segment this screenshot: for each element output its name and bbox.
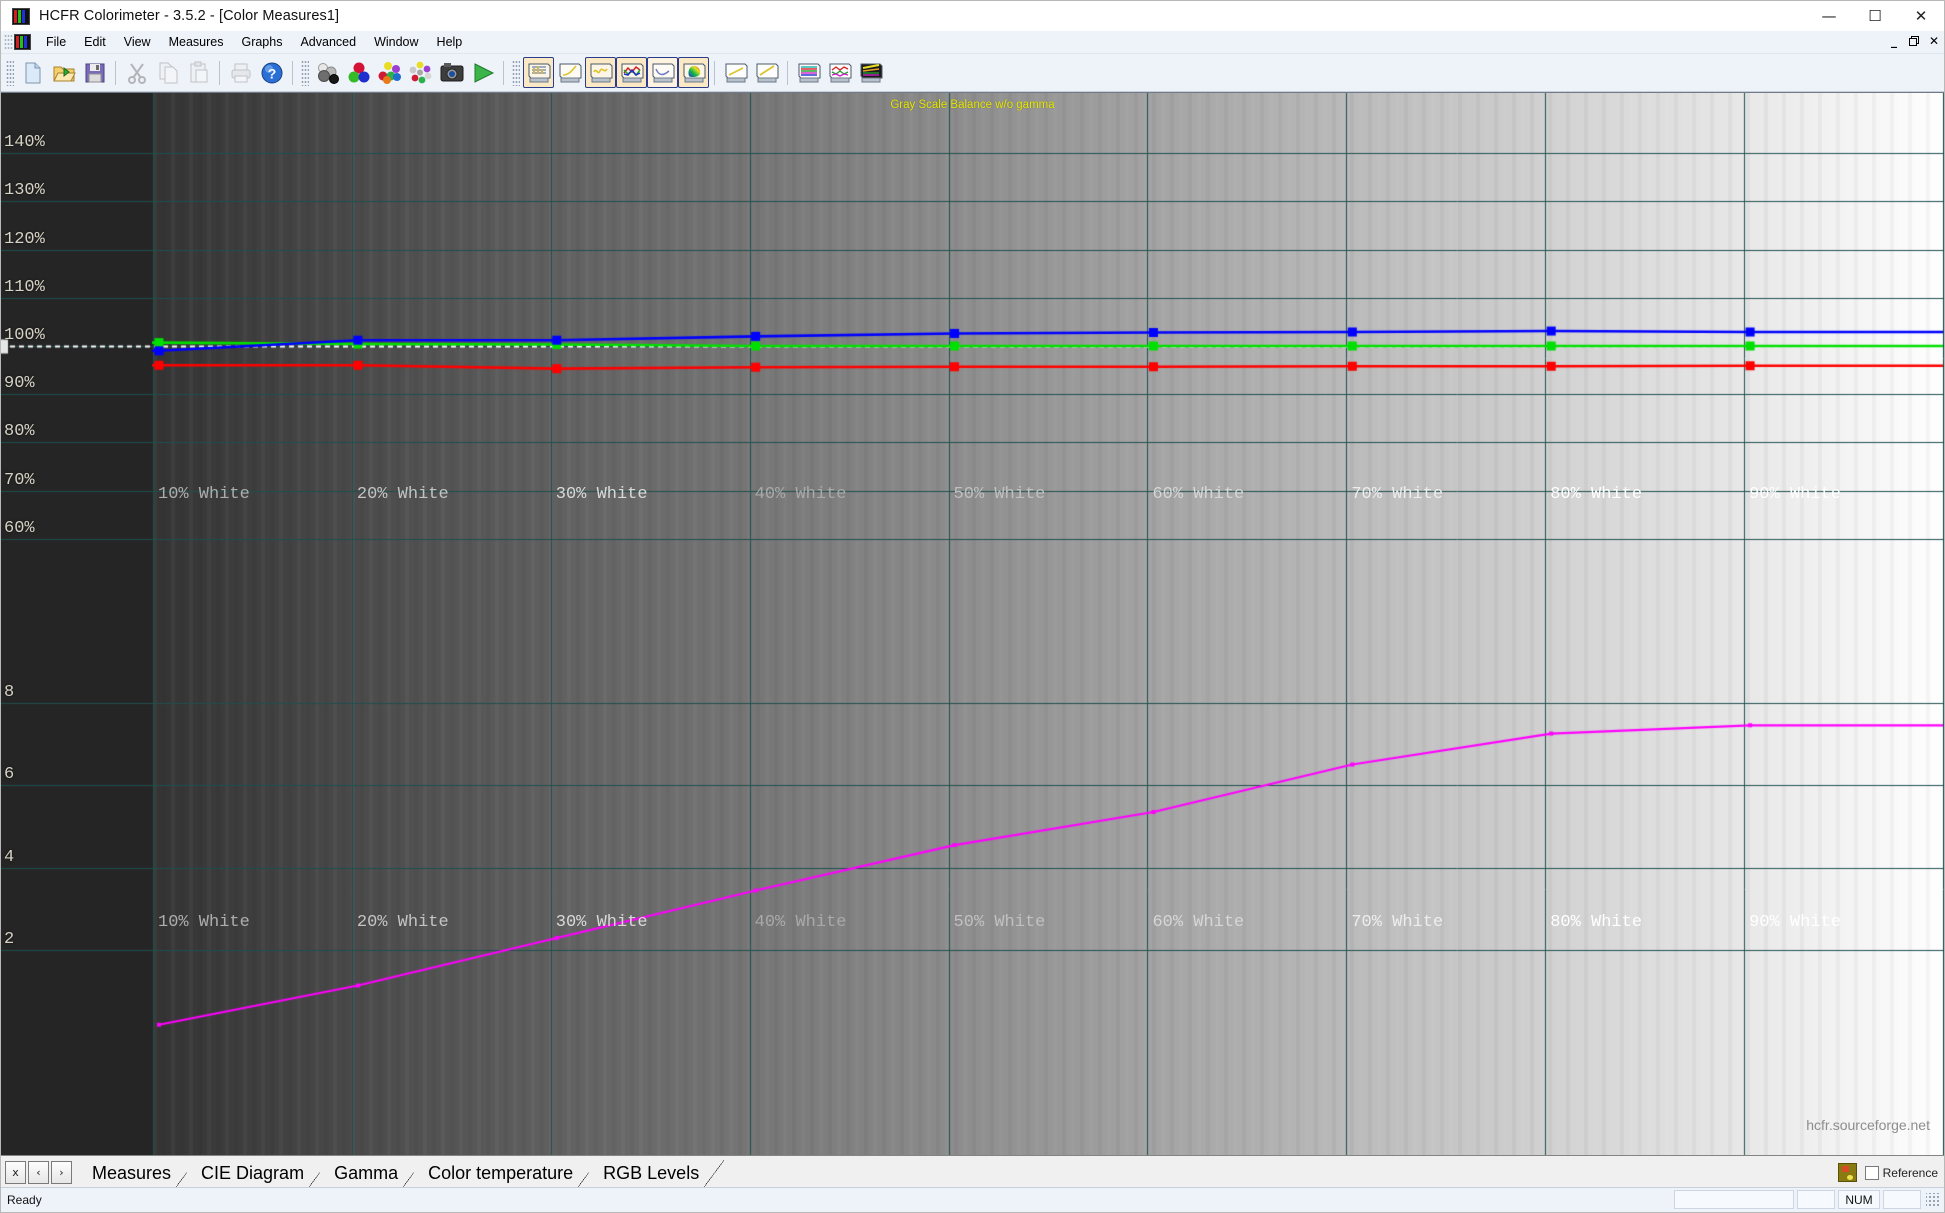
close-button[interactable]: ✕ bbox=[1898, 1, 1944, 31]
tab-strip: x ‹ › Measures CIE Diagram Gamma Color t… bbox=[1, 1155, 1944, 1187]
tab-prev-button[interactable]: ‹ bbox=[28, 1161, 49, 1184]
open-folder-icon[interactable] bbox=[48, 57, 79, 88]
camera-icon[interactable] bbox=[436, 57, 467, 88]
reference-label: Reference bbox=[1882, 1165, 1938, 1180]
graph-line-yellow-icon[interactable] bbox=[751, 57, 782, 88]
mdi-close-button[interactable]: ✕ bbox=[1927, 33, 1941, 49]
menu-item-file[interactable]: File bbox=[37, 33, 75, 51]
toolbar-separator bbox=[219, 60, 220, 85]
mdi-minimize-button[interactable]: _ bbox=[1887, 33, 1901, 49]
minimize-button[interactable]: — bbox=[1806, 1, 1852, 31]
paste-clipboard-icon[interactable] bbox=[183, 57, 214, 88]
rgb-levels-chart[interactable]: Gray Scale Balance w/o gamma hcfr.source… bbox=[1, 92, 1944, 1155]
mdi-document-icon[interactable] bbox=[14, 34, 31, 50]
print-icon[interactable] bbox=[225, 57, 256, 88]
tab-cie-diagram[interactable]: CIE Diagram bbox=[187, 1160, 330, 1187]
status-pane-4 bbox=[1883, 1190, 1921, 1209]
tab-gamma[interactable]: Gamma bbox=[320, 1160, 424, 1187]
menu-item-edit[interactable]: Edit bbox=[75, 33, 115, 51]
tab-list: Measures CIE Diagram Gamma Color tempera… bbox=[78, 1156, 725, 1187]
tab-close-button[interactable]: x bbox=[5, 1161, 26, 1184]
toolbar-separator bbox=[503, 60, 504, 85]
status-message: Ready bbox=[7, 1193, 42, 1207]
new-document-icon[interactable] bbox=[17, 57, 48, 88]
graph-rgb-levels-icon[interactable] bbox=[616, 57, 647, 88]
graph-cie-diagram-icon[interactable] bbox=[678, 57, 709, 88]
tab-measures[interactable]: Measures bbox=[78, 1160, 197, 1187]
status-panes: NUM bbox=[1674, 1190, 1940, 1209]
menu-item-help[interactable]: Help bbox=[428, 33, 472, 51]
graph-yellow-wave-icon[interactable] bbox=[585, 57, 616, 88]
menu-drag-grip[interactable] bbox=[4, 34, 13, 50]
status-bar: Ready NUM bbox=[1, 1187, 1944, 1212]
toolbar-group-grip[interactable] bbox=[301, 59, 309, 86]
tab-next-button[interactable]: › bbox=[51, 1161, 72, 1184]
tab-color-temperature[interactable]: Color temperature bbox=[414, 1160, 599, 1187]
graph-measures-icon[interactable] bbox=[523, 57, 554, 88]
reference-sensor-icon[interactable] bbox=[1837, 1163, 1857, 1182]
menu-bar: File Edit View Measures Graphs Advanced … bbox=[1, 31, 1944, 54]
toolbar-separator bbox=[787, 60, 788, 85]
svg-text:?: ? bbox=[267, 65, 276, 81]
reference-checkbox[interactable]: Reference bbox=[1864, 1165, 1938, 1180]
graph-rgb-wave-icon[interactable] bbox=[824, 57, 855, 88]
window-controls: — ☐ ✕ bbox=[1806, 1, 1944, 31]
tab-strip-right: Reference bbox=[1837, 1163, 1938, 1182]
graph-color-temp-icon[interactable] bbox=[647, 57, 678, 88]
grayscale-spheres-icon[interactable] bbox=[312, 57, 343, 88]
secondary-colors-icon[interactable] bbox=[374, 57, 405, 88]
toolbar-separator bbox=[115, 60, 116, 85]
title-bar: HCFR Colorimeter - 3.5.2 - [Color Measur… bbox=[1, 1, 1944, 31]
maximize-button[interactable]: ☐ bbox=[1852, 1, 1898, 31]
help-question-icon[interactable]: ? bbox=[256, 57, 287, 88]
tab-rgb-levels[interactable]: RGB Levels bbox=[589, 1160, 725, 1187]
graph-line-plain-icon[interactable] bbox=[720, 57, 751, 88]
status-pane-num: NUM bbox=[1838, 1190, 1880, 1209]
save-floppy-icon[interactable] bbox=[79, 57, 110, 88]
toolbar-separator bbox=[714, 60, 715, 85]
graph-gamma-curve-icon[interactable] bbox=[554, 57, 585, 88]
graph-multi-lines-icon[interactable] bbox=[793, 57, 824, 88]
color-ring-icon[interactable] bbox=[405, 57, 436, 88]
toolbar-separator bbox=[292, 60, 293, 85]
menu-item-measures[interactable]: Measures bbox=[160, 33, 233, 51]
graph-dark-bands-icon[interactable] bbox=[855, 57, 886, 88]
mdi-window-controls: _ ✕ bbox=[1887, 33, 1941, 49]
tab-nav-buttons: x ‹ › bbox=[5, 1160, 74, 1185]
menu-item-graphs[interactable]: Graphs bbox=[232, 33, 291, 51]
resize-grip[interactable] bbox=[1926, 1192, 1940, 1207]
status-pane-2 bbox=[1797, 1190, 1835, 1209]
app-logo-icon bbox=[12, 7, 30, 25]
run-play-icon[interactable] bbox=[467, 57, 498, 88]
status-pane-1 bbox=[1674, 1190, 1794, 1209]
window-title: HCFR Colorimeter - 3.5.2 - [Color Measur… bbox=[39, 8, 340, 24]
menu-item-advanced[interactable]: Advanced bbox=[291, 33, 365, 51]
mdi-restore-button[interactable] bbox=[1907, 33, 1921, 49]
chart-canvas[interactable] bbox=[1, 93, 1944, 1155]
cut-scissors-icon[interactable] bbox=[121, 57, 152, 88]
primary-colors-icon[interactable] bbox=[343, 57, 374, 88]
menu-item-view[interactable]: View bbox=[115, 33, 160, 51]
main-toolbar: ? bbox=[1, 54, 1944, 92]
copy-pages-icon[interactable] bbox=[152, 57, 183, 88]
application-window: HCFR Colorimeter - 3.5.2 - [Color Measur… bbox=[0, 0, 1945, 1213]
toolbar-drag-grip[interactable] bbox=[6, 59, 14, 86]
menu-item-window[interactable]: Window bbox=[365, 33, 427, 51]
reference-checkbox-box[interactable] bbox=[1864, 1165, 1879, 1180]
toolbar-graphs-grip[interactable] bbox=[512, 59, 520, 86]
